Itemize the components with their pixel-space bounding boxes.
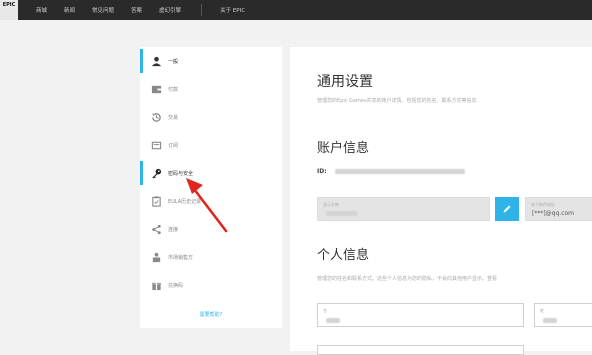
personal-info-description: 管理您的姓名和联系方式。这些个人信息为您的隐私，不会向其他用户显示。查看: [317, 276, 498, 282]
first-name-value-redacted: [326, 318, 340, 323]
redeem-icon: [150, 279, 162, 291]
account-id-value-redacted: [334, 169, 465, 174]
sidebar-item-label: 交易: [168, 114, 179, 121]
account-id-label: ID:: [317, 168, 327, 175]
nav-link-faq[interactable]: 常见问题: [92, 6, 114, 14]
nav-link-store[interactable]: 商城: [36, 6, 47, 14]
sidebar-item-label: 一般: [168, 58, 179, 65]
first-name-field[interactable]: 名: [317, 303, 524, 327]
sidebar-item-label: 连接: [168, 226, 179, 233]
additional-field[interactable]: [317, 345, 524, 355]
edit-display-name-button[interactable]: [495, 197, 519, 221]
last-name-value-redacted: [543, 318, 557, 323]
sidebar-item-password-security[interactable]: 密码与安全: [140, 159, 282, 187]
key-icon: [150, 167, 162, 179]
sidebar-item-label: 密码与安全: [168, 170, 194, 177]
sidebar-item-general[interactable]: 一般: [140, 47, 282, 75]
nav-link-news[interactable]: 新闻: [64, 6, 75, 14]
account-id-row: ID:: [317, 168, 465, 175]
display-name-value-redacted: [326, 211, 358, 216]
nav-link-answers[interactable]: 答案: [131, 6, 142, 14]
epic-logo[interactable]: EPIC: [0, 0, 18, 20]
top-nav: EPIC 商城 新闻 常见问题 答案 虚幻引擎 关于 EPIC: [0, 0, 592, 20]
pencil-icon: [503, 205, 511, 213]
email-value: [***]@qq.com: [532, 210, 575, 217]
sidebar-item-marketplace-seller[interactable]: 市场销售方: [140, 243, 282, 271]
sidebar-item-payment[interactable]: 付款: [140, 75, 282, 103]
user-icon: [150, 55, 162, 67]
email-field[interactable]: 电子邮件地址 [***]@qq.com: [525, 197, 592, 221]
display-name-field[interactable]: 显示名称: [317, 197, 490, 221]
sidebar-item-label: 付款: [168, 86, 179, 93]
last-name-field[interactable]: 姓: [534, 303, 592, 327]
last-name-label: 姓: [540, 308, 544, 313]
history-icon: [150, 111, 162, 123]
nav-links: 商城 新闻 常见问题 答案 虚幻引擎 关于 EPIC: [36, 4, 262, 16]
nav-link-unreal[interactable]: 虚幻引擎: [159, 6, 181, 14]
sidebar-item-transactions[interactable]: 交易: [140, 103, 282, 131]
settings-main-panel: 通用设置 管理您的Epic Games共享的账户详情，包括您的姓名、联系方式等信…: [290, 47, 592, 355]
page-description: 管理您的Epic Games共享的账户详情，包括您的姓名、联系方式等信息: [317, 98, 477, 104]
sidebar-item-redeem-code[interactable]: 兑换码: [140, 271, 282, 299]
nav-link-about[interactable]: 关于 EPIC: [220, 6, 245, 14]
sidebar-item-label: 市场销售方: [168, 254, 194, 261]
sidebar-item-label: 订阅: [168, 142, 179, 149]
display-name-label: 显示名称: [323, 202, 339, 207]
sidebar-item-label: EULA历史记录: [168, 198, 202, 205]
sidebar-item-subscriptions[interactable]: 订阅: [140, 131, 282, 159]
sidebar-item-eula-history[interactable]: EULA历史记录: [140, 187, 282, 215]
wallet-icon: [150, 83, 162, 95]
document-icon: [150, 195, 162, 207]
sidebar-item-label: 兑换码: [168, 282, 184, 289]
nav-divider: [201, 4, 203, 16]
sidebar-item-connections[interactable]: 连接: [140, 215, 282, 243]
email-label: 电子邮件地址: [531, 202, 555, 207]
account-info-heading: 账户信息: [317, 141, 370, 156]
subscription-icon: [150, 139, 162, 151]
share-icon: [150, 223, 162, 235]
need-help-link[interactable]: 需要帮助?: [140, 311, 282, 318]
personal-info-heading: 个人信息: [317, 248, 370, 263]
first-name-label: 名: [323, 308, 327, 313]
page-title: 通用设置: [317, 74, 373, 90]
settings-sidebar: 一般 付款 交易 订阅 密码与安全 EULA历史记录 连接 市场销售方 兑换码 …: [140, 47, 282, 328]
seller-icon: [150, 251, 162, 263]
